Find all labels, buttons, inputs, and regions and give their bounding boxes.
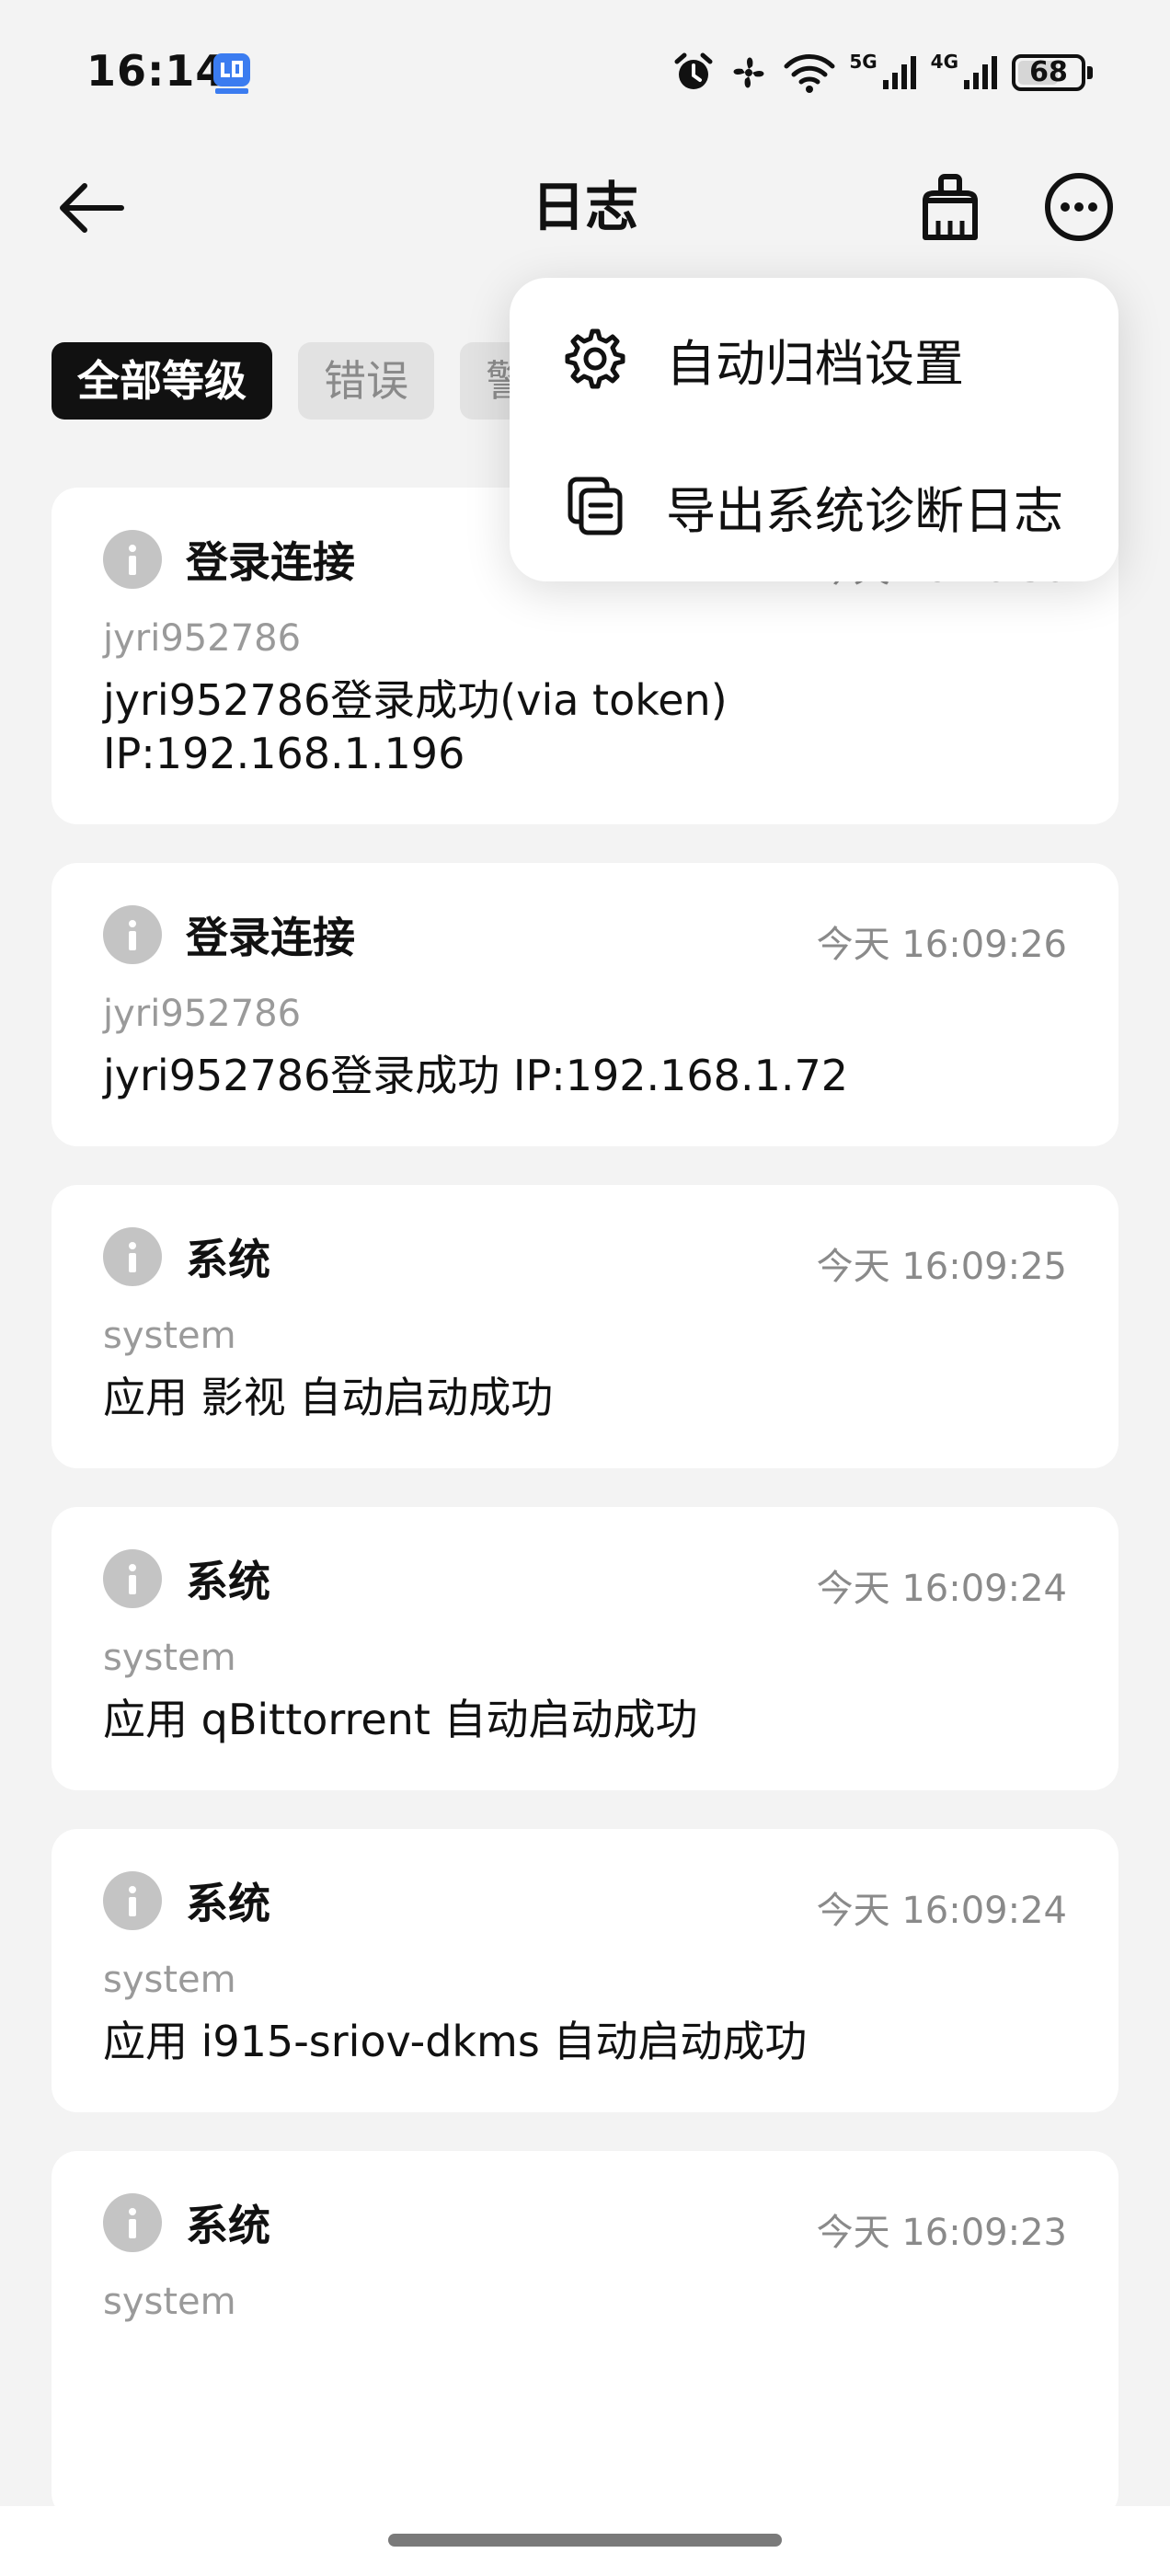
level-filters: 全部等级 错误 警 xyxy=(52,342,554,420)
log-user: system xyxy=(103,1315,236,1357)
log-message: 应用 影视 自动启动成功 xyxy=(103,1373,554,1422)
clear-logs-button[interactable] xyxy=(911,167,990,247)
status-icons: 5G 4G 68 xyxy=(672,50,1093,96)
log-category: 系统 xyxy=(186,1235,270,1284)
log-entry[interactable]: 系统 今天 16:09:23 system xyxy=(52,2151,1118,2519)
info-icon xyxy=(103,1227,162,1286)
log-message: jyri952786登录成功(via token) IP:192.168.1.1… xyxy=(103,675,728,778)
wifi-icon xyxy=(783,52,836,94)
alarm-icon xyxy=(672,52,715,94)
log-entry[interactable]: 登录连接 今天 16:09:26 jyri952786 jyri952786登录… xyxy=(52,863,1118,1146)
menu-item-export-diagnostic-log[interactable]: 导出系统诊断日志 xyxy=(510,432,1118,580)
more-button[interactable] xyxy=(1039,167,1118,247)
info-icon xyxy=(103,1871,162,1930)
header: 日志 xyxy=(0,147,1170,269)
network-1-label: 5G xyxy=(849,51,878,73)
log-user: system xyxy=(103,1637,236,1679)
overflow-menu: 自动归档设置 导出系统诊断日志 xyxy=(510,278,1118,581)
log-time: 今天 16:09:26 xyxy=(816,924,1067,966)
menu-item-label: 导出系统诊断日志 xyxy=(666,481,1063,540)
log-user: system xyxy=(103,1959,236,2001)
menu-item-auto-archive-settings[interactable]: 自动归档设置 xyxy=(510,285,1118,432)
log-category: 系统 xyxy=(186,1879,270,1928)
log-message: 应用 i915-sriov-dkms 自动启动成功 xyxy=(103,2017,808,2066)
log-category: 系统 xyxy=(186,1557,270,1606)
log-message: jyri952786登录成功 IP:192.168.1.72 xyxy=(103,1051,848,1100)
log-category: 登录连接 xyxy=(186,913,355,962)
status-time: 16:14 xyxy=(86,46,226,96)
battery-level: 68 xyxy=(1029,56,1068,88)
gear-icon xyxy=(565,328,625,389)
filter-all-levels[interactable]: 全部等级 xyxy=(52,342,272,420)
signal-4g-icon xyxy=(962,54,999,91)
info-icon xyxy=(103,530,162,589)
status-bar: 16:14 5G 4G 68 xyxy=(0,0,1170,147)
log-time: 今天 16:09:25 xyxy=(816,1246,1067,1288)
broom-icon xyxy=(923,174,978,240)
log-entry[interactable]: 系统 今天 16:09:24 system 应用 i915-sriov-dkms… xyxy=(52,1829,1118,2112)
log-time: 今天 16:09:24 xyxy=(816,1890,1067,1932)
log-entry[interactable]: 系统 今天 16:09:24 system 应用 qBittorrent 自动启… xyxy=(52,1507,1118,1790)
log-list: 登录连接 今天 16:10:30 jyri952786 jyri952786登录… xyxy=(52,488,1118,2558)
log-message: 应用 qBittorrent 自动启动成功 xyxy=(103,1695,698,1744)
log-category: 系统 xyxy=(186,2201,270,2250)
battery-icon: 68 xyxy=(1012,54,1093,91)
page-title: 日志 xyxy=(531,176,638,238)
menu-item-label: 自动归档设置 xyxy=(666,334,964,393)
log-user: jyri952786 xyxy=(103,993,302,1035)
more-icon xyxy=(1045,173,1113,241)
app-notification-icon xyxy=(210,52,254,96)
filter-error[interactable]: 错误 xyxy=(298,342,434,420)
home-indicator[interactable] xyxy=(388,2534,782,2547)
log-category: 登录连接 xyxy=(186,537,355,587)
copy-icon xyxy=(568,477,623,535)
log-time: 今天 16:09:23 xyxy=(816,2212,1067,2254)
info-icon xyxy=(103,2193,162,2252)
log-user: jyri952786 xyxy=(103,617,302,660)
info-icon xyxy=(103,905,162,964)
log-user: system xyxy=(103,2281,236,2323)
info-icon xyxy=(103,1549,162,1608)
signal-5g-icon xyxy=(881,54,918,91)
fan-icon xyxy=(728,52,770,94)
network-2-label: 4G xyxy=(930,51,958,73)
log-time: 今天 16:09:24 xyxy=(816,1568,1067,1610)
log-entry[interactable]: 系统 今天 16:09:25 system 应用 影视 自动启动成功 xyxy=(52,1185,1118,1468)
